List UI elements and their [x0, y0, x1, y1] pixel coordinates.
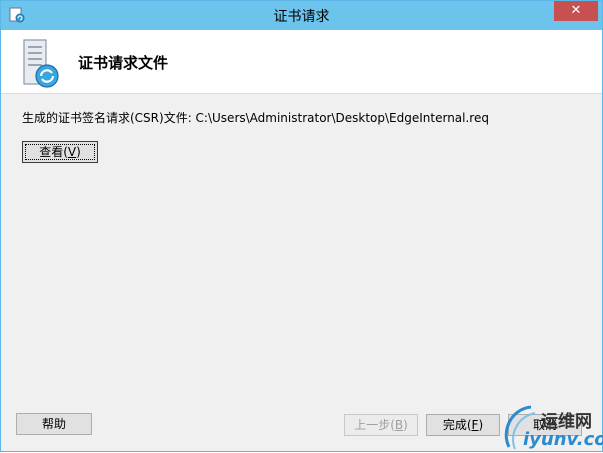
previous-button-suffix: )	[403, 418, 408, 432]
window-title: 证书请求	[273, 9, 330, 25]
finish-button[interactable]: 完成(F)	[426, 414, 500, 436]
title-bar[interactable]: 证书请求 ✕	[1, 1, 602, 30]
help-button[interactable]: 帮助	[16, 413, 92, 435]
certificate-document-icon	[23, 39, 59, 88]
view-button[interactable]: 查看(V)	[22, 141, 98, 163]
finish-button-label: 完成(	[442, 418, 472, 432]
cancel-button[interactable]: 取消	[508, 414, 582, 436]
focus-rectangle	[25, 144, 95, 160]
header-panel: 证书请求文件	[1, 30, 602, 94]
finish-button-suffix: )	[478, 418, 484, 432]
previous-button-label: 上一步(	[354, 418, 395, 432]
certificate-request-dialog: 证书请求 ✕ 证书请求文件 生成的证书签名请求(CSR)文件: C:\Users…	[0, 0, 603, 452]
csr-file-path: 生成的证书签名请求(CSR)文件: C:\Users\Administrator…	[22, 111, 489, 125]
close-button[interactable]: ✕	[554, 1, 598, 21]
page-title: 证书请求文件	[78, 54, 169, 72]
previous-button-mnemonic: B	[394, 418, 404, 432]
previous-button[interactable]: 上一步(B)	[344, 414, 418, 436]
